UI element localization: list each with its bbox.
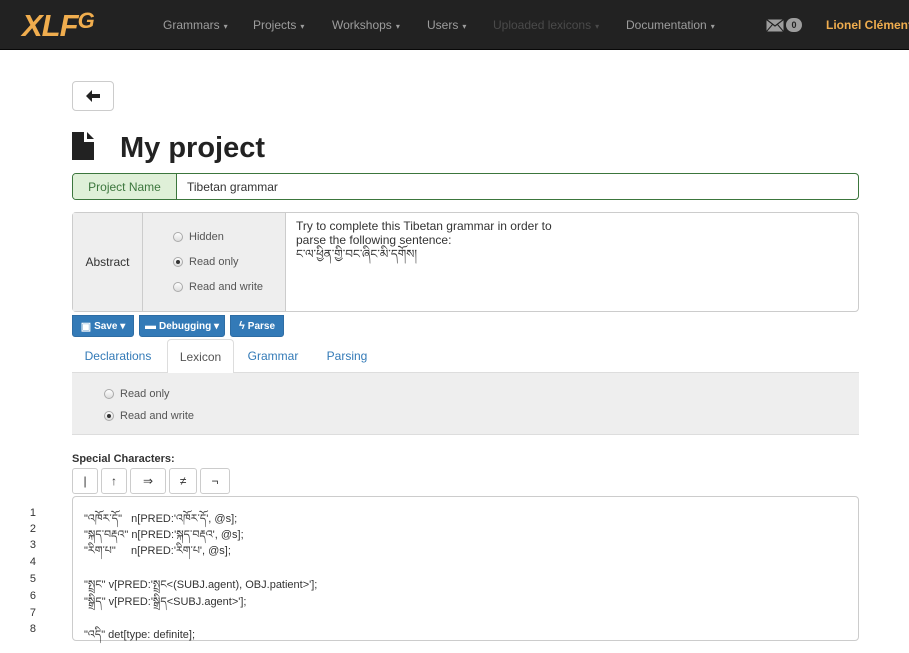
- mail-count-badge: 0: [786, 18, 802, 32]
- lexicon-permissions-panel: Read only Read and write: [72, 373, 859, 435]
- brand-logo[interactable]: XLFG: [22, 6, 142, 46]
- abstract-group: Abstract Hidden Read only Read and write…: [72, 212, 859, 312]
- nav-projects[interactable]: Projects ▾: [253, 0, 304, 50]
- parse-button[interactable]: ϟ Parse: [230, 315, 284, 337]
- nav-uploaded-lexicons: Uploaded lexicons ▾: [493, 18, 600, 32]
- abstract-label: Abstract: [73, 213, 143, 311]
- flash-icon: ϟ: [238, 320, 245, 332]
- project-name-label: Project Name: [73, 174, 177, 199]
- nav-documentation[interactable]: Documentation ▾: [626, 0, 715, 50]
- arrow-left-icon: [86, 90, 100, 102]
- abstract-visibility-options: Hidden Read only Read and write: [143, 213, 286, 311]
- page-title: My project: [120, 132, 266, 164]
- special-char-pipe[interactable]: |: [72, 468, 98, 494]
- tab-grammar[interactable]: Grammar: [234, 339, 312, 373]
- nav-workshops[interactable]: Workshops ▾: [332, 0, 400, 50]
- radio-button[interactable]: [173, 232, 183, 242]
- file-icon: [72, 132, 94, 160]
- envelope-icon[interactable]: [766, 19, 784, 33]
- abstract-option-read-write[interactable]: Read and write: [173, 275, 285, 300]
- code-line: "རིག་པ" n[PRED:'རིག་པ', @s];: [84, 545, 231, 557]
- debugging-button[interactable]: ▬ Debugging ▾: [139, 315, 225, 337]
- tab-parsing[interactable]: Parsing: [312, 339, 382, 373]
- special-char-not-equal[interactable]: ≠: [169, 468, 197, 494]
- special-char-implies[interactable]: ⇒: [130, 468, 166, 494]
- line-number: 1: [29, 507, 36, 519]
- code-line: "འདི" det[type: definite];: [84, 629, 195, 641]
- line-number: 5: [29, 573, 36, 585]
- user-menu[interactable]: Lionel Clément: [826, 0, 909, 50]
- special-char-up-arrow[interactable]: ↑: [101, 468, 127, 494]
- line-number: 4: [29, 556, 36, 568]
- briefcase-icon: ▬: [144, 320, 156, 332]
- radio-button-selected[interactable]: [173, 257, 183, 267]
- radio-button[interactable]: [173, 282, 183, 292]
- navbar: XLFG Grammars ▾ Projects ▾ Workshops ▾ User…: [0, 0, 909, 50]
- abstract-option-read-only[interactable]: Read only: [173, 250, 285, 275]
- back-button[interactable]: [72, 81, 114, 111]
- radio-button-selected[interactable]: [104, 411, 114, 421]
- nav-grammars[interactable]: Grammars ▾: [163, 0, 228, 50]
- line-number: 6: [29, 590, 36, 602]
- line-number: 3: [29, 539, 36, 551]
- line-number: 8: [29, 623, 36, 635]
- code-line: "སྒྲིད" v[PRED:'སྒྲིད<SUBJ.agent>'];: [84, 596, 247, 608]
- tab-declarations[interactable]: Declarations: [72, 339, 164, 373]
- line-number: 2: [29, 523, 36, 535]
- lexicon-option-read-write[interactable]: Read and write: [104, 405, 859, 427]
- special-characters-title: Special Characters:: [72, 453, 175, 465]
- tab-bar: Declarations Lexicon Grammar Parsing: [72, 339, 859, 374]
- project-name-input[interactable]: Tibetan grammar: [177, 174, 278, 199]
- radio-button[interactable]: [104, 389, 114, 399]
- special-char-negation[interactable]: ¬: [200, 468, 230, 494]
- project-name-group: Project Name Tibetan grammar: [72, 173, 859, 200]
- lexicon-option-read-only[interactable]: Read only: [104, 383, 859, 405]
- tab-lexicon[interactable]: Lexicon: [167, 339, 234, 374]
- abstract-textarea[interactable]: Try to complete this Tibetan grammar in …: [286, 213, 562, 311]
- save-button[interactable]: ▣ Save ▾: [72, 315, 134, 337]
- nav-users[interactable]: Users ▾: [427, 0, 466, 50]
- save-icon: ▣: [80, 320, 92, 333]
- line-number: 7: [29, 607, 36, 619]
- abstract-option-hidden[interactable]: Hidden: [173, 225, 285, 250]
